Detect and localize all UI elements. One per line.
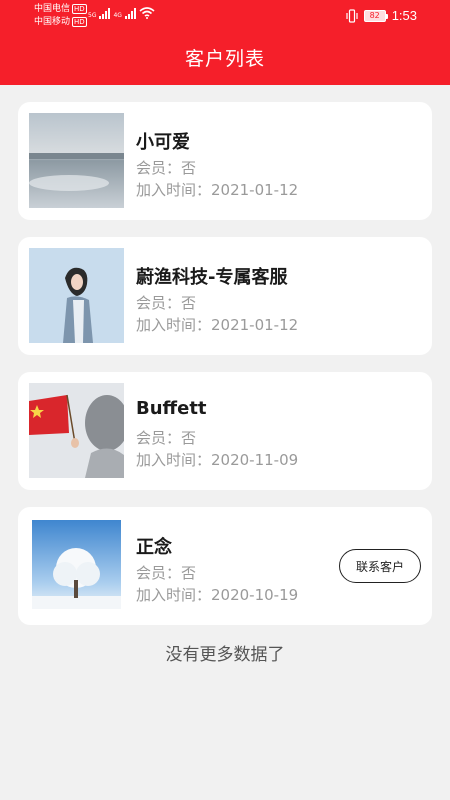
net-4g-label: 4G [113, 12, 122, 19]
net-5g-label: 5G [88, 12, 97, 19]
network-icons: 5G 4G [88, 7, 155, 19]
wifi-icon [139, 7, 155, 19]
clock: 1:53 [391, 8, 417, 23]
contact-customer-button[interactable]: 联系客户 [339, 549, 421, 583]
portrait-photo-icon [29, 248, 124, 343]
customer-member-status: 会员：否 [136, 564, 197, 582]
customer-member-status: 会员：否 [136, 159, 197, 177]
carrier-2: 中国移动 HD [34, 16, 87, 29]
customer-member-status: 会员：否 [136, 294, 197, 312]
customer-join-date: 加入时间：2021-01-12 [136, 181, 299, 199]
customer-card[interactable]: 小可爱 会员：否 加入时间：2021-01-12 [18, 102, 432, 220]
customer-name: 正念 [136, 537, 172, 558]
battery-icon: 82 [363, 9, 388, 22]
flag-photo-icon [29, 383, 124, 478]
vibrate-icon [346, 8, 358, 23]
customer-name: 小可爱 [136, 132, 190, 153]
status-bar: 中国电信 HD 中国移动 HD 5G 4G 82 1:53 [0, 0, 450, 32]
tree-photo-icon [29, 518, 124, 613]
customer-list: 小可爱 会员：否 加入时间：2021-01-12 蔚渔科技-专属客服 会员：否 … [18, 102, 432, 642]
customer-name: Buffett [136, 398, 207, 419]
customer-join-date: 加入时间：2021-01-12 [136, 316, 299, 334]
carrier-1: 中国电信 HD [34, 3, 87, 16]
app-header: 中国电信 HD 中国移动 HD 5G 4G 82 1:53 客户列表 [0, 0, 450, 85]
customer-member-status: 会员：否 [136, 429, 197, 447]
customer-card[interactable]: Buffett 会员：否 加入时间：2020-11-09 [18, 372, 432, 490]
customer-join-date: 加入时间：2020-11-09 [136, 451, 299, 469]
carrier-info: 中国电信 HD 中国移动 HD [34, 3, 87, 29]
hd-badge: HD [72, 17, 87, 27]
customer-card[interactable]: 正念 会员：否 加入时间：2020-10-19 联系客户 [18, 507, 432, 625]
carrier-1-label: 中国电信 [34, 4, 71, 14]
status-right: 82 1:53 [346, 8, 417, 23]
hd-badge: HD [72, 4, 87, 14]
landscape-photo-icon [29, 113, 124, 208]
signal-icon [124, 8, 136, 19]
no-more-data-text: 没有更多数据了 [165, 645, 285, 665]
signal-icon [99, 8, 111, 19]
carrier-2-label: 中国移动 [34, 17, 71, 27]
customer-join-date: 加入时间：2020-10-19 [136, 586, 299, 604]
customer-card[interactable]: 蔚渔科技-专属客服 会员：否 加入时间：2021-01-12 [18, 237, 432, 355]
customer-name: 蔚渔科技-专属客服 [136, 267, 288, 288]
page-title: 客户列表 [184, 48, 265, 70]
